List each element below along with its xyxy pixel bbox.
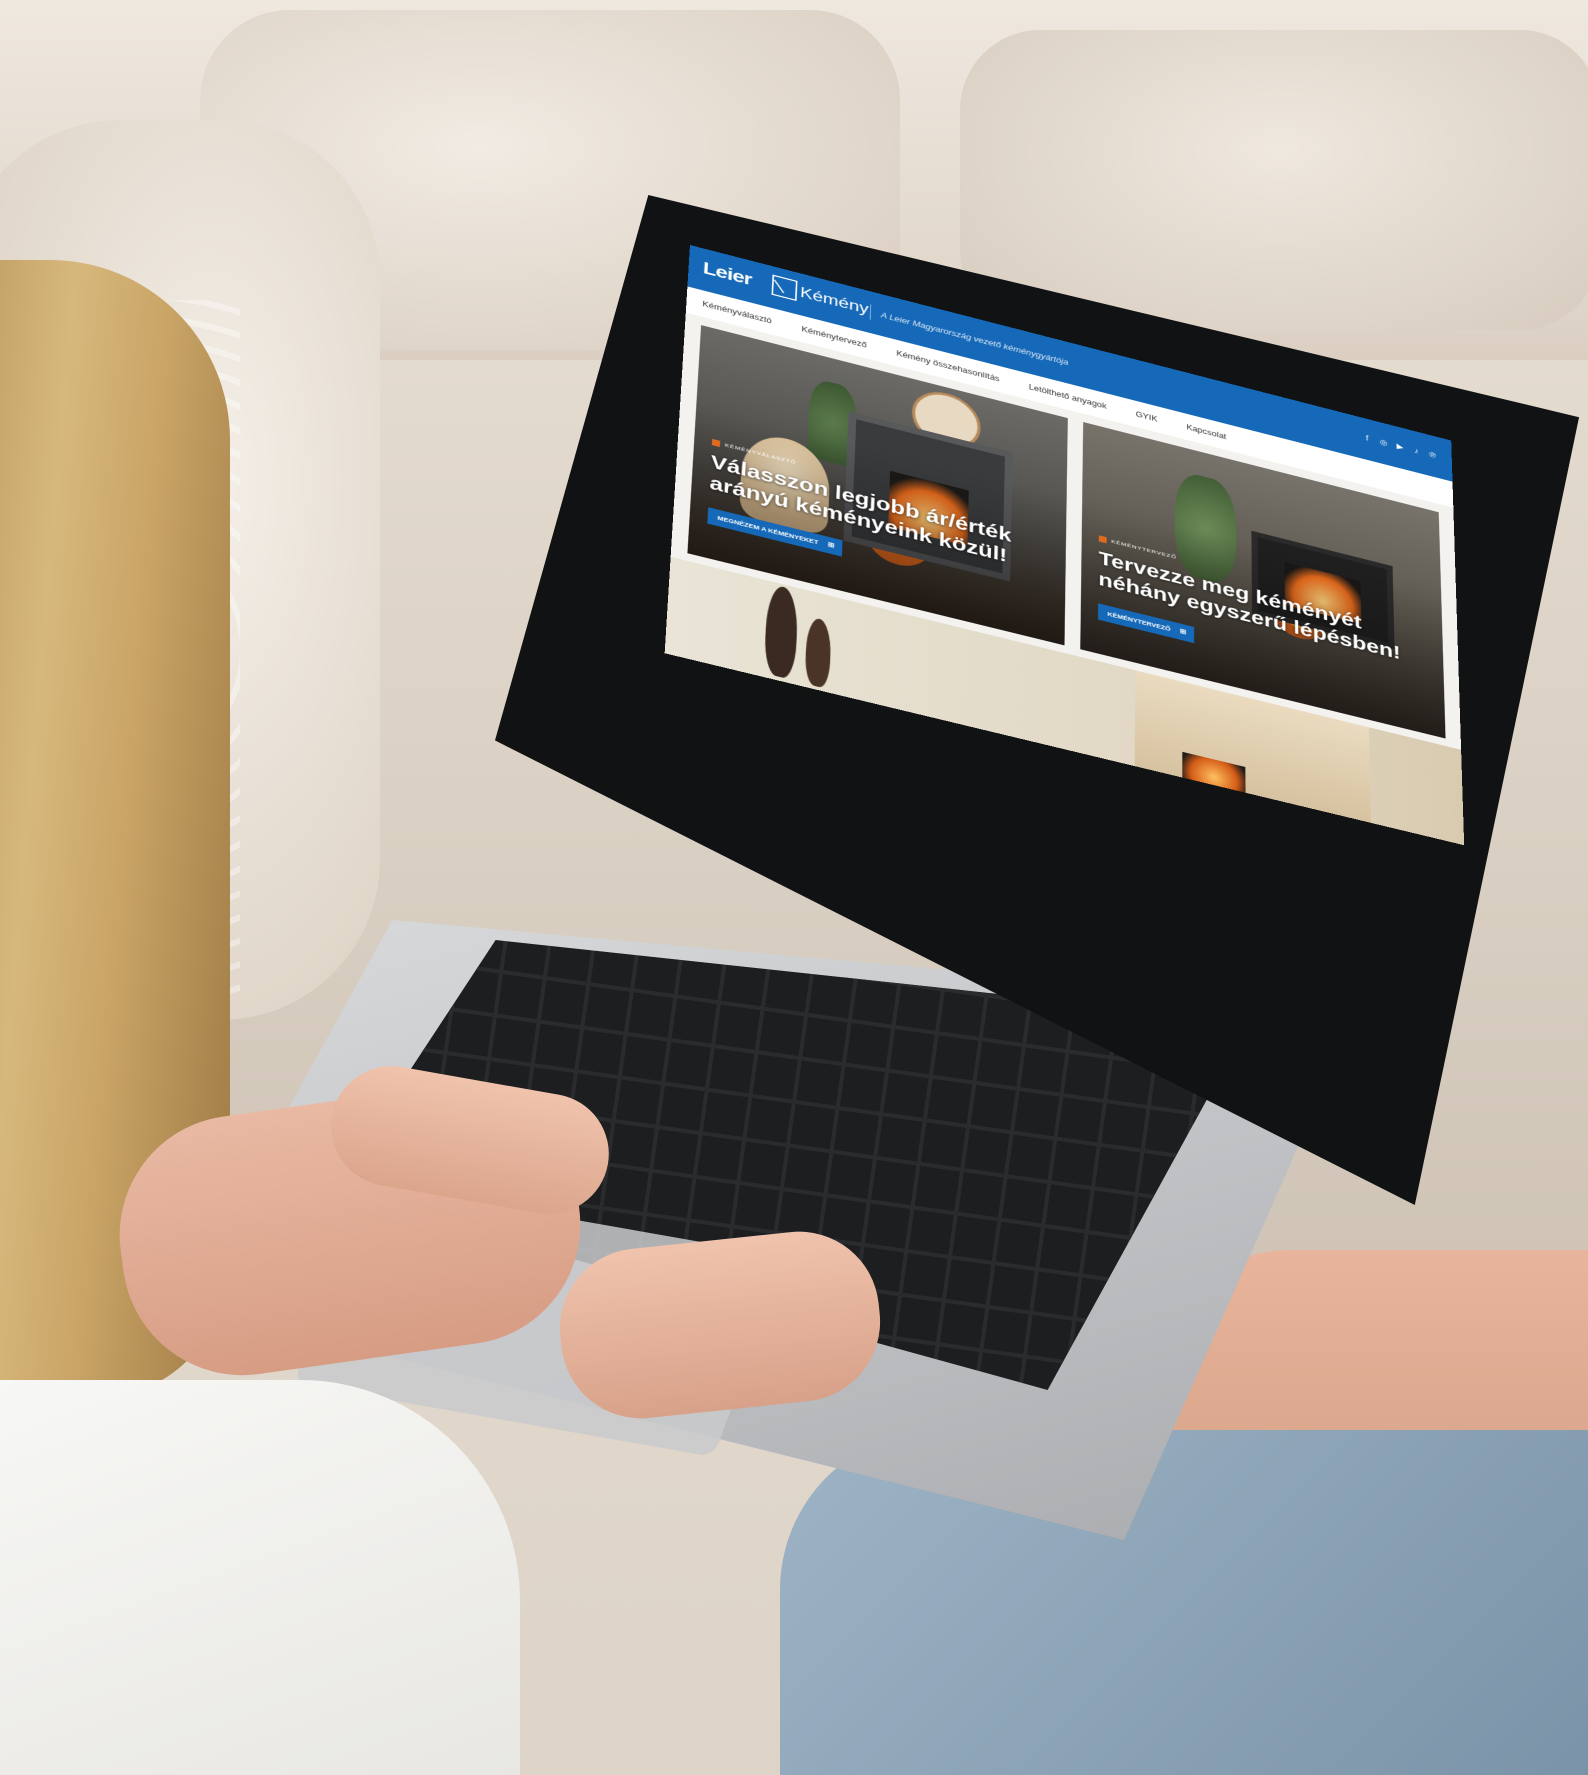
youtube-icon[interactable]: ▶: [1395, 441, 1404, 452]
logo-product-name[interactable]: Kémény: [800, 284, 869, 318]
decorative-vase: [804, 615, 832, 690]
nav-item-kapcsolat[interactable]: Kapcsolat: [1186, 423, 1226, 441]
social-links: f ◎ ▶ ♪ ℗: [1363, 433, 1437, 460]
nav-item-gyik[interactable]: GYIK: [1136, 410, 1158, 424]
header-divider: [869, 304, 872, 320]
decorative-vase: [763, 583, 799, 681]
tiktok-icon[interactable]: ♪: [1412, 446, 1421, 457]
logo-mark-icon: [771, 274, 798, 302]
website: Leier Kémény A Leier Magyarország vezető…: [664, 245, 1465, 846]
logo-brand[interactable]: Leier: [702, 258, 752, 289]
pinterest-icon[interactable]: ℗: [1428, 450, 1437, 460]
person-shirt: [0, 1380, 520, 1775]
instagram-icon[interactable]: ◎: [1379, 437, 1388, 448]
facebook-icon[interactable]: f: [1363, 433, 1372, 444]
